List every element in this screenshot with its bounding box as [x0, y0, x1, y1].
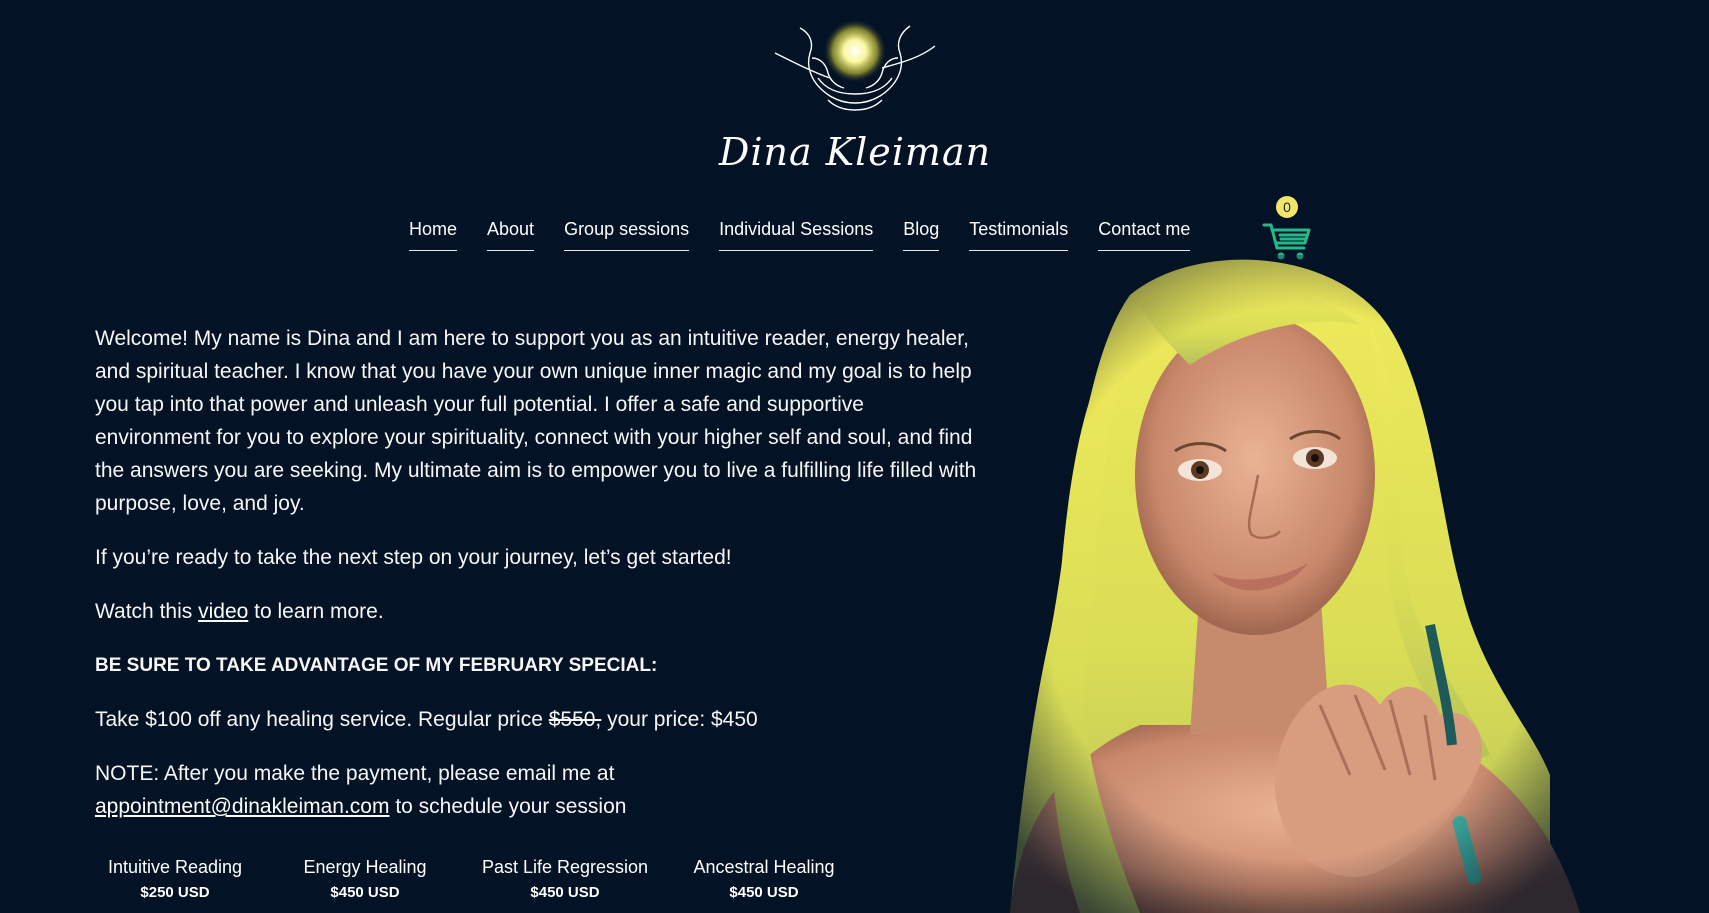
service-price: $450 USD: [330, 884, 400, 901]
service-energy-healing[interactable]: Energy Healing $450 USD: [255, 855, 475, 901]
watch-paragraph: Watch this video to learn more.: [95, 595, 985, 628]
portrait-image: [990, 255, 1600, 913]
ready-paragraph: If you’re ready to take the next step on…: [95, 546, 732, 569]
service-name: Past Life Regression: [481, 857, 649, 877]
service-ancestral-healing[interactable]: Ancestral Healing $450 USD: [655, 855, 873, 901]
old-price: $550,: [548, 708, 602, 731]
email-link[interactable]: appointment@dinakleiman.com: [95, 795, 389, 818]
nav-about[interactable]: About: [487, 219, 535, 251]
service-past-life-regression[interactable]: Past Life Regression $450 USD: [475, 855, 655, 901]
cart-count-badge: 0: [1276, 196, 1298, 218]
nav-home[interactable]: Home: [409, 219, 458, 251]
service-price: $450 USD: [729, 884, 799, 901]
intro-paragraph: Welcome! My name is Dina and I am here t…: [95, 327, 977, 515]
watch-prefix: Watch this: [95, 600, 199, 623]
main-nav: Home About Group sessions Individual Ses…: [409, 219, 1191, 251]
service-price: $250 USD: [140, 884, 210, 901]
nav-group-sessions[interactable]: Group sessions: [564, 219, 690, 251]
main-content: Welcome! My name is Dina and I am here t…: [95, 322, 985, 844]
service-name: Energy Healing: [303, 857, 427, 877]
nav-testimonials[interactable]: Testimonials: [969, 219, 1069, 251]
logo[interactable]: [770, 18, 940, 113]
brand-name[interactable]: Dina Kleiman: [700, 130, 1010, 174]
service-name: Intuitive Reading: [107, 857, 243, 877]
offer-paragraph: Take $100 off any healing service. Regul…: [95, 703, 985, 736]
offer-suffix: your price: $450: [601, 708, 758, 731]
special-heading: BE SURE TO TAKE ADVANTAGE OF MY FEBRUARY…: [95, 655, 658, 676]
watch-suffix: to learn more.: [248, 600, 384, 623]
offer-prefix: Take $100 off any healing service. Regul…: [95, 708, 549, 731]
note-paragraph: NOTE: After you make the payment, please…: [95, 757, 985, 823]
nav-blog[interactable]: Blog: [903, 219, 940, 251]
video-link[interactable]: video: [198, 600, 248, 623]
service-price: $450 USD: [530, 884, 600, 901]
note-prefix: NOTE: After you make the payment, please…: [95, 762, 615, 785]
nav-individual-sessions[interactable]: Individual Sessions: [719, 219, 874, 251]
service-intuitive-reading[interactable]: Intuitive Reading $250 USD: [95, 855, 255, 901]
note-suffix: to schedule your session: [389, 795, 627, 818]
glowing-hands-icon: [774, 19, 936, 111]
services-list: Intuitive Reading $250 USD Energy Healin…: [95, 855, 873, 901]
service-name: Ancestral Healing: [693, 857, 835, 877]
nav-contact-me[interactable]: Contact me: [1098, 219, 1191, 251]
